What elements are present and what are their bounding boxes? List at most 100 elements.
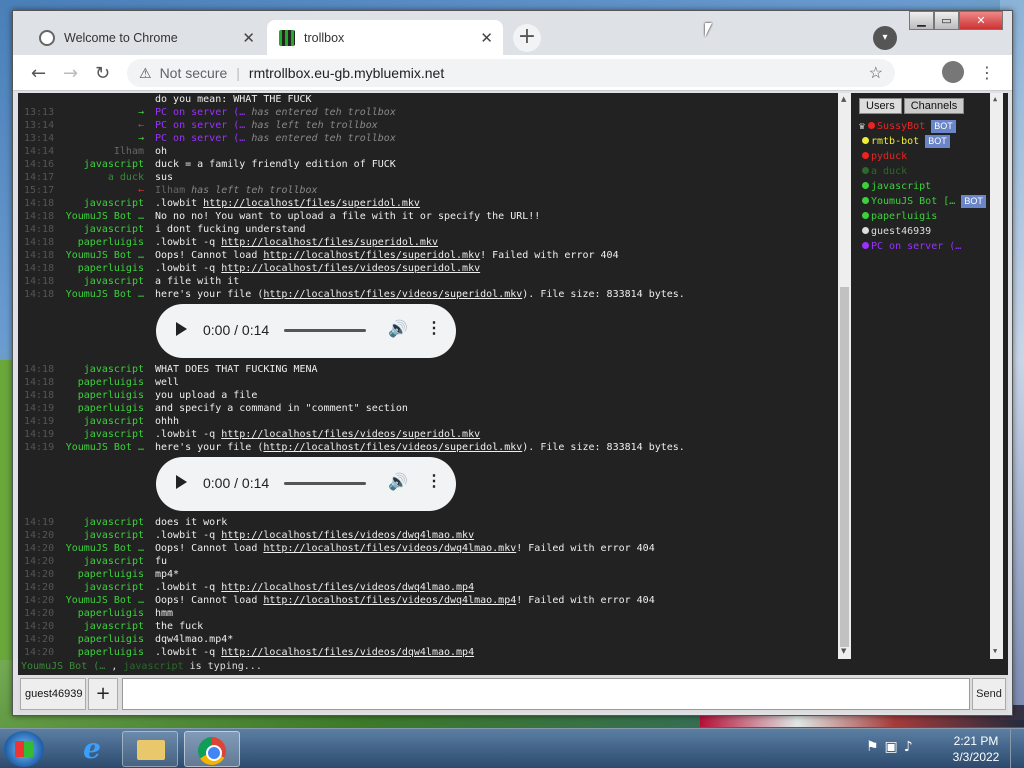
audio-player[interactable]: 0:00 / 0:14 🔊 ⋮: [156, 457, 456, 511]
user-name[interactable]: pyduck: [871, 149, 907, 164]
audio-progress-bar[interactable]: [284, 329, 366, 332]
address-bar[interactable]: ⚠ Not secure | rmtrollbox.eu-gb.mybluemi…: [127, 59, 895, 87]
user-list-item[interactable]: javascript: [859, 179, 989, 194]
security-label[interactable]: Not secure: [160, 65, 228, 81]
nickname[interactable]: paperluigis: [58, 568, 144, 581]
more-options-icon[interactable]: ⋮: [426, 318, 442, 338]
nickname[interactable]: paperluigis: [58, 262, 144, 275]
close-icon[interactable]: ✕: [480, 29, 493, 47]
user-name[interactable]: PC on server (…: [871, 239, 961, 254]
message-link[interactable]: http://localhost/files/videos/superidol.…: [263, 442, 522, 453]
nickname[interactable]: javascript: [58, 581, 144, 594]
user-list-item[interactable]: PC on server (…: [859, 239, 989, 254]
user-list-item[interactable]: rmtb-bot BOT: [859, 134, 989, 149]
nickname[interactable]: javascript: [58, 197, 144, 210]
username-button[interactable]: guest46939: [20, 678, 86, 710]
chat-scrollbar[interactable]: ▲ ▼: [838, 93, 851, 659]
play-icon[interactable]: [176, 322, 187, 336]
nickname[interactable]: →: [58, 106, 144, 119]
scroll-down-icon[interactable]: ▼: [993, 647, 997, 655]
send-button[interactable]: Send: [972, 678, 1006, 710]
nickname[interactable]: YoumuJS Bot …: [58, 594, 144, 607]
back-arrow-icon[interactable]: ←: [31, 63, 46, 84]
url-text[interactable]: rmtrollbox.eu-gb.mybluemix.net: [249, 65, 444, 81]
internet-explorer-icon[interactable]: e: [64, 731, 120, 767]
sidebar-scrollbar[interactable]: ▲ ▼: [990, 93, 1003, 659]
nickname[interactable]: javascript: [58, 516, 144, 529]
nickname[interactable]: YoumuJS Bot …: [58, 210, 144, 223]
message-link[interactable]: http://localhost/files/videos/superidol.…: [221, 429, 480, 440]
message-link[interactable]: http://localhost/files/videos/superidol.…: [221, 263, 480, 274]
file-explorer-icon[interactable]: [122, 731, 178, 767]
minimize-button[interactable]: ▁: [909, 11, 934, 30]
user-list-item[interactable]: pyduck: [859, 149, 989, 164]
nickname[interactable]: YoumuJS Bot …: [58, 249, 144, 262]
chrome-icon[interactable]: [184, 731, 240, 767]
user-list-item[interactable]: paperluigis: [859, 209, 989, 224]
user-name[interactable]: SussyBot: [877, 119, 925, 134]
volume-icon[interactable]: 🔊: [388, 319, 408, 339]
clock[interactable]: 2:21 PM 3/3/2022: [948, 733, 1004, 765]
scroll-down-icon[interactable]: ▼: [841, 647, 846, 655]
nickname[interactable]: paperluigis: [58, 402, 144, 415]
tab-search-icon[interactable]: ▾: [873, 26, 897, 50]
user-name[interactable]: YoumuJS Bot […: [871, 194, 955, 209]
user-name[interactable]: rmtb-bot: [871, 134, 919, 149]
message-link[interactable]: http://localhost/files/superidol.mkv: [221, 237, 438, 248]
play-icon[interactable]: [176, 475, 187, 489]
message-link[interactable]: http://localhost/files/videos/dwq4lmao.m…: [221, 582, 474, 593]
message-link[interactable]: http://localhost/files/superidol.mkv: [203, 198, 420, 209]
nickname[interactable]: YoumuJS Bot …: [58, 542, 144, 555]
user-name[interactable]: guest46939: [871, 224, 931, 239]
nickname[interactable]: javascript: [58, 555, 144, 568]
tab-users[interactable]: Users: [859, 98, 902, 114]
nickname[interactable]: ←: [58, 184, 144, 197]
menu-icon[interactable]: ⋮: [979, 63, 995, 82]
nickname[interactable]: javascript: [58, 415, 144, 428]
user-name[interactable]: javascript: [871, 179, 931, 194]
tab-welcome[interactable]: Welcome to Chrome ✕: [27, 20, 265, 55]
forward-arrow-icon[interactable]: →: [63, 63, 78, 84]
nickname[interactable]: a duck: [58, 171, 144, 184]
nickname[interactable]: ←: [58, 119, 144, 132]
message-link[interactable]: http://localhost/files/videos/dwq4lmao.m…: [263, 543, 516, 554]
start-button[interactable]: [4, 731, 44, 767]
scroll-thumb[interactable]: [840, 287, 849, 647]
nickname[interactable]: Ilham: [58, 145, 144, 158]
user-list-item[interactable]: a duck: [859, 164, 989, 179]
nickname[interactable]: paperluigis: [58, 633, 144, 646]
nickname[interactable]: paperluigis: [58, 646, 144, 659]
nickname[interactable]: →: [58, 132, 144, 145]
nickname[interactable]: paperluigis: [58, 376, 144, 389]
message-link[interactable]: http://localhost/files/videos/superidol.…: [263, 289, 522, 300]
nickname[interactable]: javascript: [58, 275, 144, 288]
nickname[interactable]: paperluigis: [58, 389, 144, 402]
message-link[interactable]: http://localhost/files/superidol.mkv: [263, 250, 480, 261]
audio-player[interactable]: 0:00 / 0:14 🔊 ⋮: [156, 304, 456, 358]
volume-icon[interactable]: 🔊: [388, 472, 408, 492]
nickname[interactable]: javascript: [58, 158, 144, 171]
message-link[interactable]: http://localhost/files/videos/dqw4lmao.m…: [221, 647, 474, 658]
system-tray[interactable]: ⚑▣♪: [866, 739, 919, 755]
nickname[interactable]: javascript: [58, 363, 144, 376]
close-window-button[interactable]: ✕: [959, 11, 1003, 30]
tab-trollbox[interactable]: trollbox ✕: [267, 20, 503, 55]
nickname[interactable]: YoumuJS Bot …: [58, 441, 144, 454]
scroll-up-icon[interactable]: ▲: [841, 95, 846, 103]
user-list-item[interactable]: guest46939: [859, 224, 989, 239]
nickname[interactable]: javascript: [58, 529, 144, 542]
scroll-up-icon[interactable]: ▲: [993, 95, 997, 103]
reload-icon[interactable]: ↻: [95, 63, 110, 84]
nickname[interactable]: javascript: [58, 428, 144, 441]
tab-channels[interactable]: Channels: [903, 98, 965, 114]
star-icon[interactable]: ☆: [869, 63, 883, 83]
nickname[interactable]: YoumuJS Bot …: [58, 288, 144, 301]
upload-button[interactable]: +: [88, 678, 118, 710]
nickname[interactable]: javascript: [58, 620, 144, 633]
user-name[interactable]: a duck: [871, 164, 907, 179]
user-list-item[interactable]: ♛ SussyBot BOT: [859, 119, 989, 134]
maximize-button[interactable]: ▭: [934, 11, 959, 30]
warning-icon[interactable]: ⚠: [139, 65, 152, 82]
user-list-item[interactable]: YoumuJS Bot [… BOT: [859, 194, 989, 209]
nickname[interactable]: javascript: [58, 223, 144, 236]
